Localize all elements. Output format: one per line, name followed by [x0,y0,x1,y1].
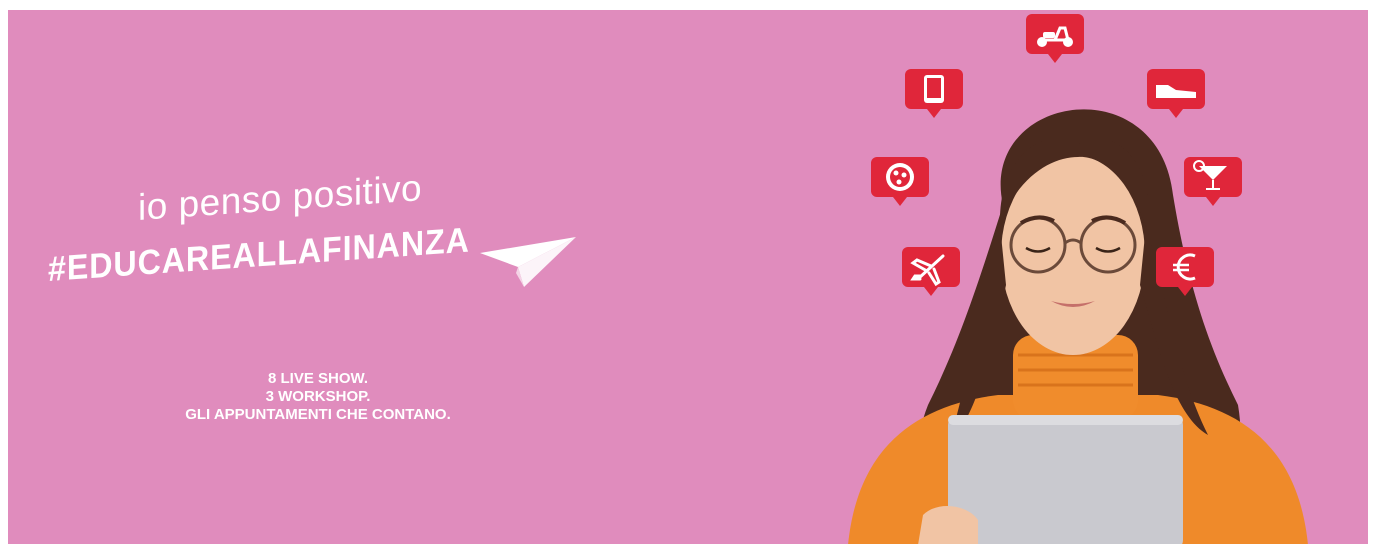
events-line-appointments: GLI APPUNTAMENTI CHE CONTANO. [185,406,451,423]
tagline: io penso positivo [138,167,423,228]
pizza-icon [871,157,929,206]
woman-with-laptop [848,109,1308,544]
scooter-icon [1026,14,1084,63]
events-summary: 8 LIVE SHOW. 3 WORKSHOP. GLI APPUNTAMENT… [98,370,538,424]
paper-plane-icon [480,237,576,287]
shoe-icon [1147,69,1205,118]
cocktail-icon [1184,157,1242,206]
euro-icon [1156,247,1214,296]
events-line-workshop: 3 WORKSHOP. [265,388,371,405]
tablet-icon [905,69,963,118]
events-line-live-show: 8 LIVE SHOW. [267,370,369,387]
hero-banner: io penso positivo #EDUCAREALLAFINANZA 8 … [8,10,1368,544]
hashtag: #EDUCAREALLAFINANZA [48,220,470,289]
airplane-icon [902,247,960,296]
